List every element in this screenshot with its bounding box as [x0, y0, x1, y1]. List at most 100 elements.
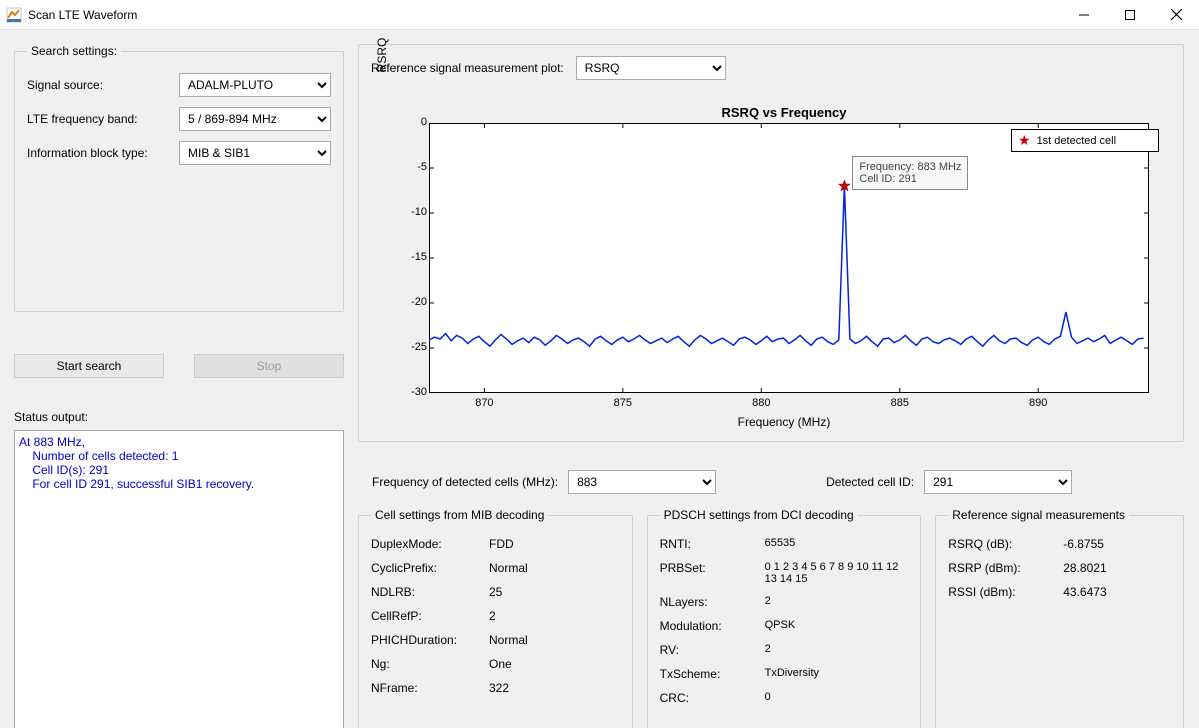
y-tick-label: 0	[399, 116, 427, 128]
detected-freq-select[interactable]: 883	[568, 470, 716, 494]
pdsch-row: PRBSet:0 1 2 3 4 5 6 7 8 9 10 11 12 13 1…	[660, 556, 909, 590]
freq-band-select[interactable]: 5 / 869-894 MHz	[179, 107, 331, 131]
pdsch-key: TxScheme:	[660, 667, 765, 681]
ref-value: 43.6473	[1063, 585, 1171, 599]
y-tick-label: -30	[399, 386, 427, 398]
x-tick-label: 885	[891, 397, 909, 409]
chart-title: RSRQ vs Frequency	[399, 105, 1169, 120]
pdsch-row: CRC:0	[660, 686, 909, 710]
tooltip-line: Cell ID: 291	[859, 173, 961, 185]
mib-value: 25	[489, 585, 620, 599]
plot-type-label: Reference signal measurement plot:	[371, 61, 564, 75]
x-tick-label: 870	[475, 397, 493, 409]
signal-source-label: Signal source:	[27, 78, 179, 92]
chart: RSRQ vs Frequency RSRQ Frequency (MHz) 0…	[399, 105, 1169, 435]
y-tick-label: -10	[399, 206, 427, 218]
status-output-label: Status output:	[14, 410, 88, 424]
mib-key: NDLRB:	[371, 585, 489, 599]
search-settings-legend: Search settings:	[27, 44, 121, 58]
pdsch-key: Modulation:	[660, 619, 765, 633]
pdsch-value: 65535	[765, 537, 909, 549]
chart-ylabel: RSRQ	[375, 0, 389, 155]
start-search-button[interactable]: Start search	[14, 354, 164, 378]
y-tick-label: -20	[399, 296, 427, 308]
ref-row: RSRQ (dB):-6.8755	[948, 532, 1171, 556]
chart-xlabel: Frequency (MHz)	[399, 415, 1169, 429]
x-tick-label: 880	[752, 397, 770, 409]
detected-cell-label: Detected cell ID:	[826, 475, 914, 489]
ref-key: RSRP (dBm):	[948, 561, 1063, 575]
y-tick-label: -25	[399, 341, 427, 353]
pdsch-key: CRC:	[660, 691, 765, 705]
pdsch-row: TxScheme:TxDiversity	[660, 662, 909, 686]
mib-legend: Cell settings from MIB decoding	[371, 508, 548, 522]
window-title: Scan LTE Waveform	[28, 8, 137, 22]
pdsch-settings-group: PDSCH settings from DCI decoding RNTI:65…	[647, 508, 922, 728]
app-icon	[6, 7, 22, 23]
star-icon: ★	[1018, 132, 1031, 149]
minimize-button[interactable]	[1061, 0, 1107, 30]
mib-settings-group: Cell settings from MIB decoding DuplexMo…	[358, 508, 633, 728]
ref-key: RSRQ (dB):	[948, 537, 1063, 551]
mib-row: CyclicPrefix:Normal	[371, 556, 620, 580]
mib-key: CellRefP:	[371, 609, 489, 623]
detected-freq-label: Frequency of detected cells (MHz):	[372, 475, 558, 489]
mib-row: PHICHDuration:Normal	[371, 628, 620, 652]
mib-key: Ng:	[371, 657, 489, 671]
ref-value: -6.8755	[1063, 537, 1171, 551]
mib-key: NFrame:	[371, 681, 489, 695]
pdsch-row: RNTI:65535	[660, 532, 909, 556]
title-bar: Scan LTE Waveform	[0, 0, 1199, 30]
pdsch-value: TxDiversity	[765, 667, 909, 679]
info-block-label: Information block type:	[27, 146, 179, 160]
x-tick-label: 890	[1029, 397, 1047, 409]
detected-cell-select[interactable]: 291	[924, 470, 1072, 494]
pdsch-key: RNTI:	[660, 537, 765, 551]
ref-meas-legend: Reference signal measurements	[948, 508, 1129, 522]
mib-row: Ng:One	[371, 652, 620, 676]
chart-svg	[429, 123, 1149, 393]
mib-key: DuplexMode:	[371, 537, 489, 551]
ref-row: RSRP (dBm):28.8021	[948, 556, 1171, 580]
mib-row: DuplexMode:FDD	[371, 532, 620, 556]
mib-row: NFrame:322	[371, 676, 620, 700]
pdsch-row: RV:2	[660, 638, 909, 662]
ref-row: RSSI (dBm):43.6473	[948, 580, 1171, 604]
pdsch-legend: PDSCH settings from DCI decoding	[660, 508, 858, 522]
mib-value: Normal	[489, 561, 620, 575]
maximize-button[interactable]	[1107, 0, 1153, 30]
pdsch-value: QPSK	[765, 619, 909, 631]
search-settings-group: Search settings: Signal source: ADALM-PL…	[14, 44, 344, 312]
ref-meas-group: Reference signal measurements RSRQ (dB):…	[935, 508, 1184, 728]
pdsch-row: NLayers:2	[660, 590, 909, 614]
close-button[interactable]	[1153, 0, 1199, 30]
plot-panel: Reference signal measurement plot: RSRQ …	[358, 44, 1184, 442]
status-output[interactable]: At 883 MHz, Number of cells detected: 1 …	[14, 430, 344, 728]
plot-type-select[interactable]: RSRQ	[576, 56, 726, 80]
pdsch-key: RV:	[660, 643, 765, 657]
signal-source-select[interactable]: ADALM-PLUTO	[179, 73, 331, 97]
y-tick-label: -15	[399, 251, 427, 263]
freq-band-label: LTE frequency band:	[27, 112, 179, 126]
mib-value: 2	[489, 609, 620, 623]
mib-key: CyclicPrefix:	[371, 561, 489, 575]
stop-button[interactable]: Stop	[194, 354, 344, 378]
mib-value: FDD	[489, 537, 620, 551]
pdsch-value: 0 1 2 3 4 5 6 7 8 9 10 11 12 13 14 15	[765, 561, 909, 585]
pdsch-key: PRBSet:	[660, 561, 765, 575]
mib-value: One	[489, 657, 620, 671]
legend-label: 1st detected cell	[1037, 135, 1117, 147]
ref-key: RSSI (dBm):	[948, 585, 1063, 599]
mib-key: PHICHDuration:	[371, 633, 489, 647]
mib-value: Normal	[489, 633, 620, 647]
pdsch-value: 2	[765, 595, 909, 607]
pdsch-value: 2	[765, 643, 909, 655]
info-block-select[interactable]: MIB & SIB1	[179, 141, 331, 165]
pdsch-row: Modulation:QPSK	[660, 614, 909, 638]
chart-legend: ★ 1st detected cell	[1011, 129, 1159, 152]
mib-row: NDLRB:25	[371, 580, 620, 604]
pdsch-key: NLayers:	[660, 595, 765, 609]
tooltip-line: Frequency: 883 MHz	[859, 161, 961, 173]
chart-tooltip: Frequency: 883 MHzCell ID: 291	[852, 156, 968, 190]
mib-row: CellRefP:2	[371, 604, 620, 628]
